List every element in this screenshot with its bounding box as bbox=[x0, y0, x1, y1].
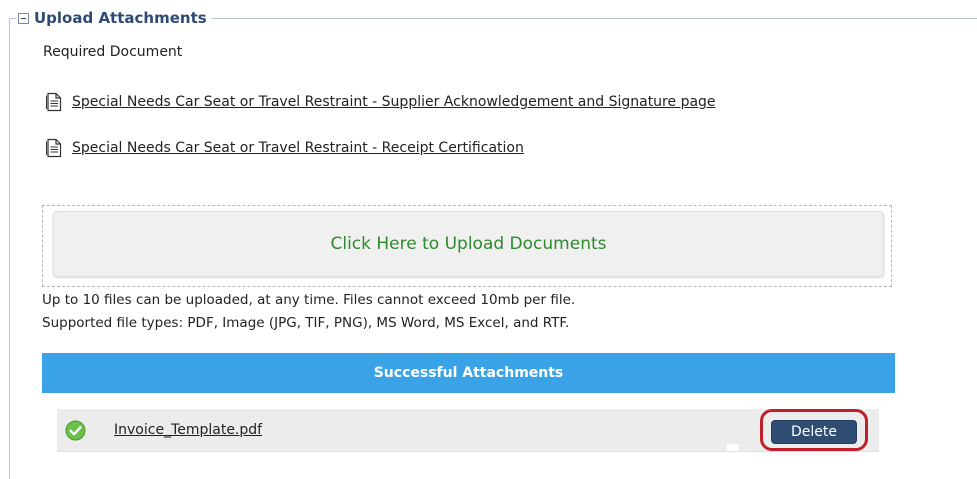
required-document-link-2[interactable]: Special Needs Car Seat or Travel Restrai… bbox=[45, 138, 524, 158]
upload-limit-text: Up to 10 files can be uploaded, at any t… bbox=[42, 292, 576, 308]
required-document-link-1[interactable]: Special Needs Car Seat or Travel Restrai… bbox=[45, 92, 716, 112]
collapse-icon[interactable] bbox=[18, 12, 29, 24]
successful-attachments-header: Successful Attachments bbox=[42, 353, 895, 393]
document-icon bbox=[46, 138, 62, 158]
document-link-label[interactable]: Special Needs Car Seat or Travel Restrai… bbox=[72, 94, 716, 110]
delete-attachment-button[interactable]: Delete bbox=[771, 420, 857, 444]
required-document-label: Required Document bbox=[43, 44, 183, 60]
upload-drop-zone[interactable]: Click Here to Upload Documents bbox=[42, 205, 892, 287]
upload-documents-button[interactable]: Click Here to Upload Documents bbox=[53, 211, 884, 277]
row-mark bbox=[727, 444, 739, 451]
attachment-row: Invoice_Template.pdf bbox=[57, 409, 879, 452]
check-circle-icon bbox=[65, 420, 86, 441]
document-link-label[interactable]: Special Needs Car Seat or Travel Restrai… bbox=[72, 140, 524, 156]
document-icon bbox=[46, 92, 62, 112]
supported-types-text: Supported file types: PDF, Image (JPG, T… bbox=[42, 315, 570, 331]
attachment-file-link[interactable]: Invoice_Template.pdf bbox=[114, 422, 262, 438]
section-title: Upload Attachments bbox=[34, 9, 207, 27]
section-legend[interactable]: Upload Attachments bbox=[16, 9, 211, 27]
